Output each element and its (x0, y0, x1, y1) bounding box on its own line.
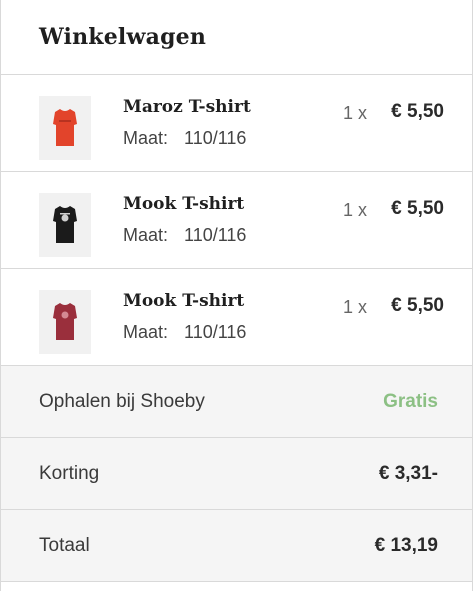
shipping-value: Gratis (383, 390, 438, 412)
product-thumbnail[interactable] (39, 290, 91, 354)
product-thumbnail[interactable] (39, 193, 91, 257)
product-thumbnail[interactable] (39, 96, 91, 160)
discount-label: Korting (39, 462, 100, 484)
cart-item[interactable]: Maroz T-shirt Maat: 110/116 1 x € 5,50 (1, 75, 472, 172)
total-value: € 13,19 (374, 534, 438, 556)
product-quantity: 1 x (343, 200, 368, 220)
cart-title: Winkelwagen (39, 24, 207, 50)
product-size: Maat: 110/116 (123, 128, 246, 149)
product-size: Maat: 110/116 (123, 225, 246, 246)
total-label: Totaal (39, 534, 90, 556)
size-value: 110/116 (184, 225, 247, 245)
cart-item[interactable]: Mook T-shirt Maat: 110/116 1 x € 5,50 (1, 269, 472, 366)
cart-header: Winkelwagen (1, 0, 472, 75)
size-value: 110/116 (184, 322, 247, 342)
size-label: Maat: (123, 225, 169, 245)
shipping-label: Ophalen bij Shoeby (39, 390, 205, 412)
tshirt-icon (53, 109, 77, 146)
product-name[interactable]: Mook T-shirt (123, 291, 244, 311)
product-name[interactable]: Mook T-shirt (123, 194, 244, 214)
discount-row: Korting € 3,31- (1, 438, 472, 510)
product-price: € 5,50 (391, 198, 444, 219)
tshirt-icon (53, 206, 77, 243)
product-quantity: 1 x (343, 103, 368, 123)
product-size: Maat: 110/116 (123, 322, 246, 343)
shopping-cart: Winkelwagen Maroz T-shirt Maat: 110/116 1… (0, 0, 473, 591)
product-quantity: 1 x (343, 297, 368, 317)
product-price: € 5,50 (391, 101, 444, 122)
product-price: € 5,50 (391, 295, 444, 316)
tshirt-icon (53, 303, 77, 340)
total-row: Totaal € 13,19 (1, 510, 472, 582)
size-label: Maat: (123, 128, 169, 148)
product-name[interactable]: Maroz T-shirt (123, 97, 251, 117)
size-value: 110/116 (184, 128, 247, 148)
cart-item[interactable]: Mook T-shirt Maat: 110/116 1 x € 5,50 (1, 172, 472, 269)
size-label: Maat: (123, 322, 169, 342)
shipping-row: Ophalen bij Shoeby Gratis (1, 366, 472, 438)
discount-value: € 3,31- (378, 462, 438, 484)
